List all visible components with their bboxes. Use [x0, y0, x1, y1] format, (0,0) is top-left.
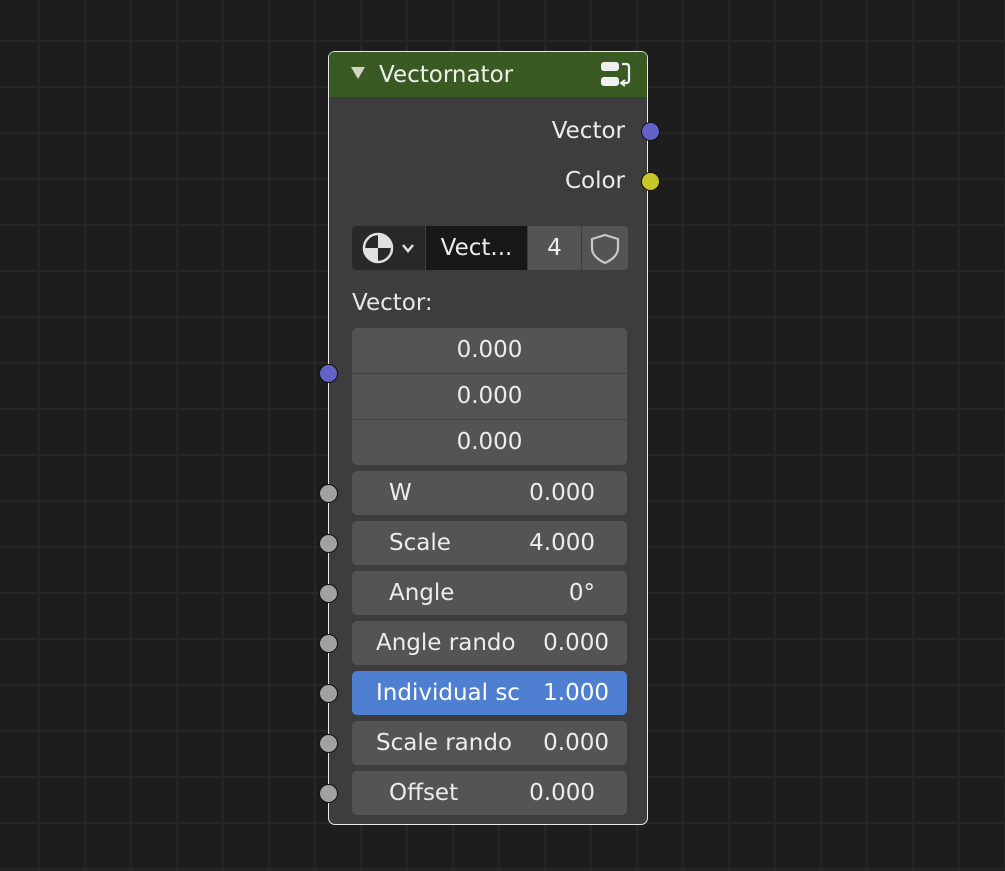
vector-input-fields: 0.000 0.000 0.000 — [352, 328, 627, 465]
output-color-label: Color — [564, 168, 625, 194]
vector-y-field[interactable]: 0.000 — [352, 374, 627, 420]
fake-user-button[interactable] — [582, 226, 628, 270]
input-scale-socket[interactable] — [319, 534, 338, 553]
input-angle-random-socket[interactable] — [319, 634, 338, 653]
texture-browse-icon — [362, 232, 414, 264]
collapse-triangle-icon[interactable] — [351, 67, 365, 79]
scale-field[interactable]: Scale 4.000 — [352, 521, 627, 565]
field-value: 1.000 — [543, 680, 609, 706]
input-vector-socket[interactable] — [319, 364, 338, 383]
output-color-socket[interactable] — [641, 172, 660, 191]
field-label: Individual sc — [376, 680, 520, 706]
shield-icon — [590, 233, 620, 265]
vector-section-label: Vector: — [352, 290, 433, 316]
angle-random-field[interactable]: Angle rando 0.000 — [352, 621, 627, 665]
output-vector-label: Vector — [551, 118, 625, 144]
field-value: 0.000 — [529, 480, 595, 506]
field-label: Angle rando — [376, 630, 516, 656]
input-individual-scale-socket[interactable] — [319, 684, 338, 703]
input-offset-socket[interactable] — [319, 784, 338, 803]
offset-field[interactable]: Offset 0.000 — [352, 771, 627, 815]
vector-x-field[interactable]: 0.000 — [352, 328, 627, 374]
input-scale-random-socket[interactable] — [319, 734, 338, 753]
field-value: 0° — [568, 580, 595, 606]
vectornator-node[interactable]: Vectornator Vector Color Vect... 4 Vecto… — [319, 51, 660, 825]
field-label: Angle — [389, 580, 455, 606]
field-label: Offset — [389, 780, 459, 806]
individual-scale-field[interactable]: Individual sc 1.000 — [352, 671, 627, 715]
w-field[interactable]: W 0.000 — [352, 471, 627, 515]
input-w-socket[interactable] — [319, 484, 338, 503]
texture-browse-button[interactable] — [352, 226, 425, 270]
vector-z-field[interactable]: 0.000 — [352, 420, 627, 465]
node-title: Vectornator — [379, 62, 514, 88]
field-label: W — [389, 480, 412, 506]
texture-name-field[interactable]: Vect... — [426, 226, 527, 270]
field-value: 0.000 — [529, 780, 595, 806]
scale-random-field[interactable]: Scale rando 0.000 — [352, 721, 627, 765]
field-value: 0.000 — [543, 730, 609, 756]
field-value: 4.000 — [529, 530, 595, 556]
node-group-icon[interactable] — [599, 58, 633, 92]
node-header[interactable]: Vectornator — [329, 52, 647, 97]
field-value: 0.000 — [543, 630, 609, 656]
input-angle-socket[interactable] — [319, 584, 338, 603]
field-label: Scale — [389, 530, 451, 556]
output-vector-socket[interactable] — [641, 122, 660, 141]
field-label: Scale rando — [376, 730, 512, 756]
angle-field[interactable]: Angle 0° — [352, 571, 627, 615]
texture-selector: Vect... 4 — [352, 226, 628, 270]
texture-users-count[interactable]: 4 — [528, 226, 581, 270]
